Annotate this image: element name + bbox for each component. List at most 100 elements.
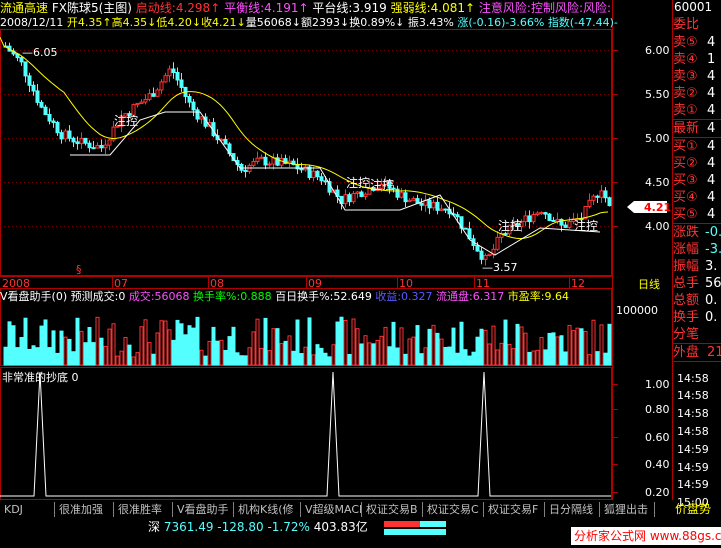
tick-time: 14:58 — [677, 389, 709, 402]
vol-title: V看盘助手(0) — [0, 290, 68, 303]
volume-bar — [371, 343, 376, 366]
candle-body — [167, 68, 172, 77]
volume-bar — [183, 334, 188, 366]
volume-bar — [391, 321, 396, 366]
volume-bar — [155, 332, 160, 366]
volume-bar — [399, 327, 404, 366]
zhukong-annotation: 注控 — [114, 114, 139, 128]
volume-bar — [507, 343, 512, 366]
volume-bar — [363, 335, 368, 366]
candle-body — [363, 193, 368, 197]
tab-quan-zheng-f[interactable]: 权证交易F — [484, 502, 545, 517]
volume-bar — [599, 324, 604, 366]
volume-bar — [191, 327, 196, 366]
volume-bar — [31, 345, 36, 366]
month-marker: § — [76, 263, 82, 276]
candle-body — [483, 254, 488, 260]
candle-body — [535, 212, 540, 216]
volume-bar — [59, 330, 64, 366]
month-label: 11 — [476, 277, 490, 290]
weibi-label: 委比 — [673, 17, 700, 32]
volume-bar — [459, 321, 464, 366]
price-label-4: 4.00 — [645, 220, 670, 233]
volume-bar — [343, 319, 348, 366]
candle-body — [523, 215, 528, 222]
fenbi-tab[interactable]: 分笔 — [673, 326, 721, 343]
volume-bar — [107, 328, 112, 366]
candle-body — [323, 180, 328, 183]
candle-body — [299, 168, 304, 171]
tab-super-macd[interactable]: V超级MACD — [301, 502, 362, 517]
risk-note: 注意风险:控制风险:风险: — [478, 1, 612, 15]
candle-body — [23, 61, 28, 77]
market-amount: 403.83亿 — [313, 520, 368, 534]
candle-body — [563, 224, 568, 228]
vol-liutong: 流通盘:6.317 — [436, 290, 505, 303]
candle-body — [171, 68, 176, 73]
candle-body — [591, 195, 596, 201]
tab-quan-zheng-b[interactable]: 权证交易B — [362, 502, 423, 517]
volume-bar — [187, 325, 192, 366]
sell-row: 卖④ 1 — [673, 52, 716, 67]
tab-ri-fen-ge[interactable]: 日分隔线 — [545, 502, 600, 517]
month-label: 2008 — [2, 277, 30, 290]
tab-kdj[interactable]: KDJ — [0, 502, 55, 517]
candle-body — [175, 71, 180, 81]
candle-body — [443, 208, 448, 211]
volume-bar — [15, 347, 20, 366]
volume-bar — [543, 349, 548, 366]
ind-axis-label: 1.00 — [645, 378, 670, 391]
candle-body — [159, 81, 164, 91]
waipan-row: 外盘 21 — [673, 345, 721, 360]
volume-bar — [111, 323, 116, 366]
volume-bar — [503, 319, 508, 366]
volume-bar — [275, 328, 280, 366]
candle-body — [427, 199, 432, 209]
daily-label[interactable]: 日线 — [638, 278, 660, 291]
volume-bar — [579, 328, 584, 366]
latest-row: 最新 4 — [673, 121, 716, 136]
volume-bar — [499, 342, 504, 366]
volume-bar — [255, 318, 260, 366]
candle-body — [103, 144, 108, 149]
tab-kan-pan-zhu-shou[interactable]: V看盘助手 — [173, 502, 234, 517]
volume-bar — [455, 352, 460, 366]
price-label-6: 6.00 — [645, 44, 670, 57]
month-label: 07 — [114, 277, 128, 290]
volume-bar — [559, 335, 564, 366]
volume-bar — [535, 349, 540, 366]
tick-time: 14:58 — [677, 372, 709, 385]
tab-ji-gou-kxian[interactable]: 机构K线(修 — [234, 502, 301, 517]
volume-bar — [387, 346, 392, 366]
volume-bar — [487, 343, 492, 366]
price-trend-tab[interactable]: 价盘势 — [675, 503, 711, 516]
volume-bar — [75, 317, 80, 366]
indicator-line — [0, 371, 611, 497]
tab-hen-zhun-sheng-lv[interactable]: 很准胜率 — [114, 502, 173, 517]
candle-body — [163, 75, 168, 83]
ma-line — [0, 37, 609, 240]
candle-body — [479, 250, 484, 260]
volume-bar — [319, 347, 324, 366]
volume-bar — [39, 325, 44, 366]
market-ratio-bar-down — [420, 521, 446, 527]
info-volume: 量56068 — [245, 16, 292, 29]
buy-row: 买① 4 — [673, 139, 716, 154]
candle-body — [399, 192, 404, 198]
price-chart[interactable] — [0, 0, 721, 548]
tab-hu-li-chu-ji[interactable]: 狐狸出击 — [600, 502, 655, 517]
tab-quan-zheng-c[interactable]: 权证交易C — [423, 502, 484, 517]
info-close: 收4.21 — [201, 16, 237, 29]
buy-row: 买③ 4 — [673, 173, 716, 188]
tab-hen-zhun-jia-qiang[interactable]: 很准加强 — [55, 502, 114, 517]
ind-axis-label: 0.80 — [645, 403, 670, 416]
candle-body — [79, 137, 84, 145]
quote-panel: 委比 卖⑤ 4 卖④ 1 卖③ 4 卖② 4 卖① 4 最新 4 买① 4 买② 4 买③ 4 买… — [673, 16, 721, 509]
volume-bar — [471, 351, 476, 366]
candle-body — [99, 145, 104, 149]
qidong-line: 启动线:4.298 — [135, 1, 211, 15]
volume-bar — [479, 328, 484, 366]
vol-yuce: 预测成交:0 — [70, 290, 126, 303]
info-low: 低4.20 — [156, 16, 192, 29]
market-index: 深 7361.49 -128.80 -1.72% 403.83亿 — [148, 520, 368, 535]
